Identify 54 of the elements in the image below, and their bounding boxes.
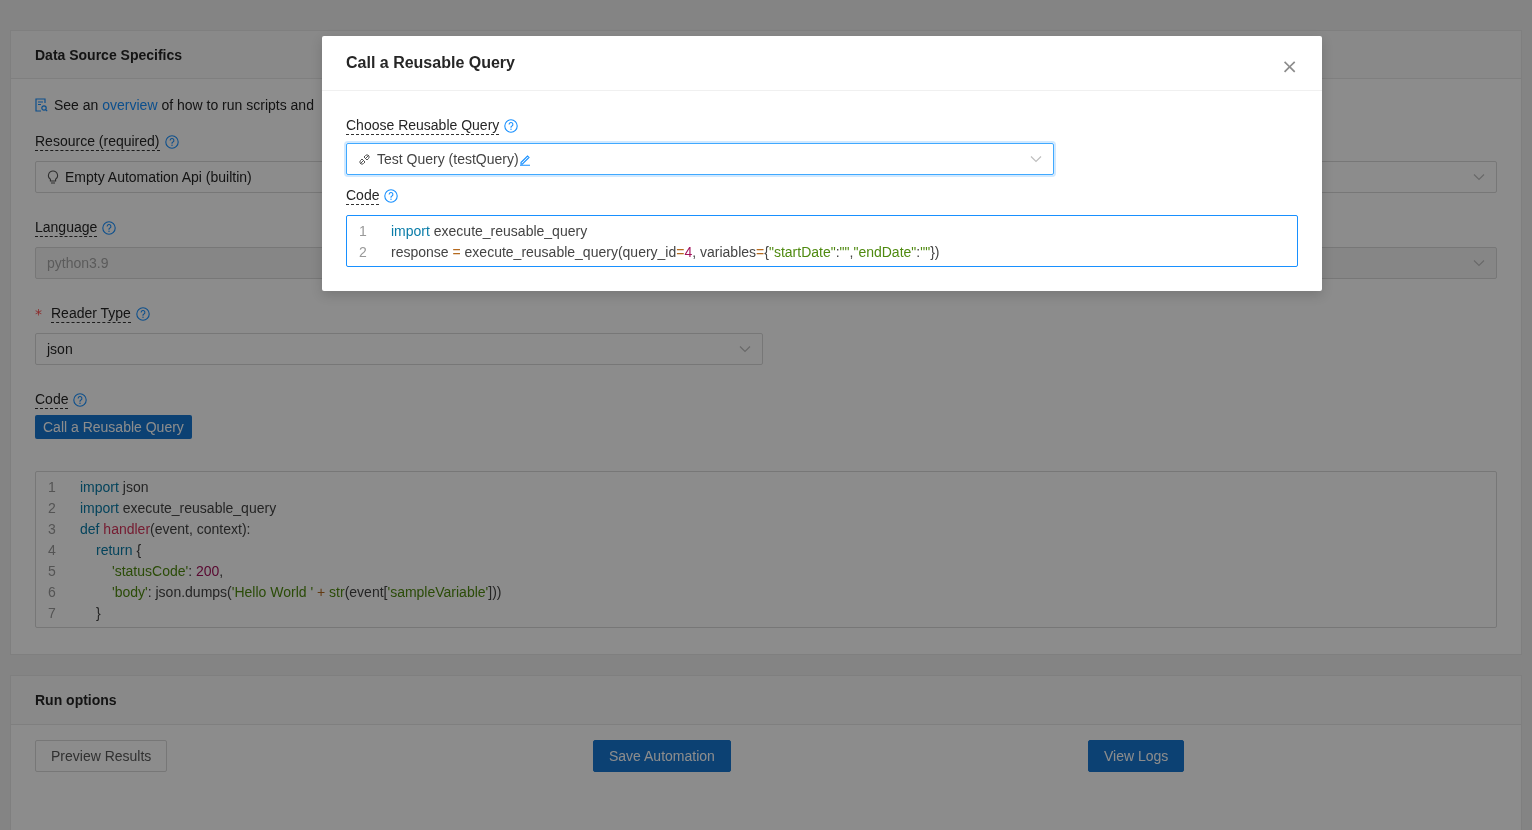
code-line: import json [80,478,149,495]
code-line: 'body': json.dumps('Hello World ' + str(event['sampleVariable'])) [112,583,502,600]
line-number: 1 [358,222,368,239]
line-number: 2 [358,243,368,260]
help-icon[interactable] [102,221,117,235]
line-number: 7 [47,604,57,621]
code-line: import execute_reusable_query [80,499,277,516]
close-button[interactable]: × [1277,54,1302,78]
field-label: Resource (required) [35,133,160,151]
chevron-down-icon [1473,173,1485,181]
edit-icon[interactable] [518,152,531,166]
chevron-down-icon [739,345,751,353]
code-editor[interactable]: 1 import execute_reusable_query 2 response = execute_reusable_query(query_id=4, variables={"startDate":"","endDate":""}) [346,215,1298,267]
preview-results-button[interactable]: Preview Results [35,740,168,772]
code-line: } [96,604,101,621]
field-label: Code [35,391,69,409]
select-value: json [47,341,73,357]
help-icon[interactable] [135,307,150,321]
line-number: 5 [47,562,57,579]
line-number: 1 [47,478,57,495]
select-value: Test Query (testQuery) [377,151,519,167]
required-asterisk: * [35,306,42,322]
code-line: import execute_reusable_query [391,222,588,239]
line-number: 3 [47,520,57,537]
chevron-down-icon [1030,155,1042,163]
line-number: 2 [47,499,57,516]
query-select[interactable]: Test Query (testQuery) [346,143,1054,175]
field-label: Reader Type [51,305,131,323]
call-reusable-query-button[interactable]: Call a Reusable Query [35,415,192,439]
select-field[interactable]: json [35,333,763,365]
help-icon[interactable] [164,135,179,149]
overview-link[interactable]: overview [102,97,158,113]
document-search-icon [35,98,48,112]
action-button[interactable]: Save Automation [593,740,731,772]
code-line: return { [96,541,142,558]
help-icon[interactable] [504,119,519,133]
lightbulb-icon [47,169,59,185]
help-icon[interactable] [73,393,88,407]
field-label: Code [346,187,380,205]
chevron-down-icon [1473,259,1485,267]
code-editor[interactable]: 1 import json 2 import execute_reusable_query 3 def handler(event, context): 4 return { 5 'statusCode': 200, 6 'body': json.dumps('Hello World ' + str(event['sampleVariable'])) 7 } [35,471,1497,628]
link-icon [358,152,371,166]
field-label: Choose Reusable Query [346,117,500,135]
line-number: 4 [47,541,57,558]
field-label: Language [35,219,98,237]
code-line: 'statusCode': 200, [112,562,224,579]
line-number: 6 [47,583,57,600]
action-button[interactable]: View Logs [1088,740,1185,772]
overview-text: See an overview of how to run scripts and [54,97,314,113]
code-line: response = execute_reusable_query(query_id=4, variables={"startDate":"","endDate":""}) [391,243,940,260]
select-value: Empty Automation Api (builtin) [65,169,252,185]
modal-title: Call a Reusable Query [346,54,515,72]
code-line: def handler(event, context): [80,520,251,537]
help-icon[interactable] [384,189,399,203]
